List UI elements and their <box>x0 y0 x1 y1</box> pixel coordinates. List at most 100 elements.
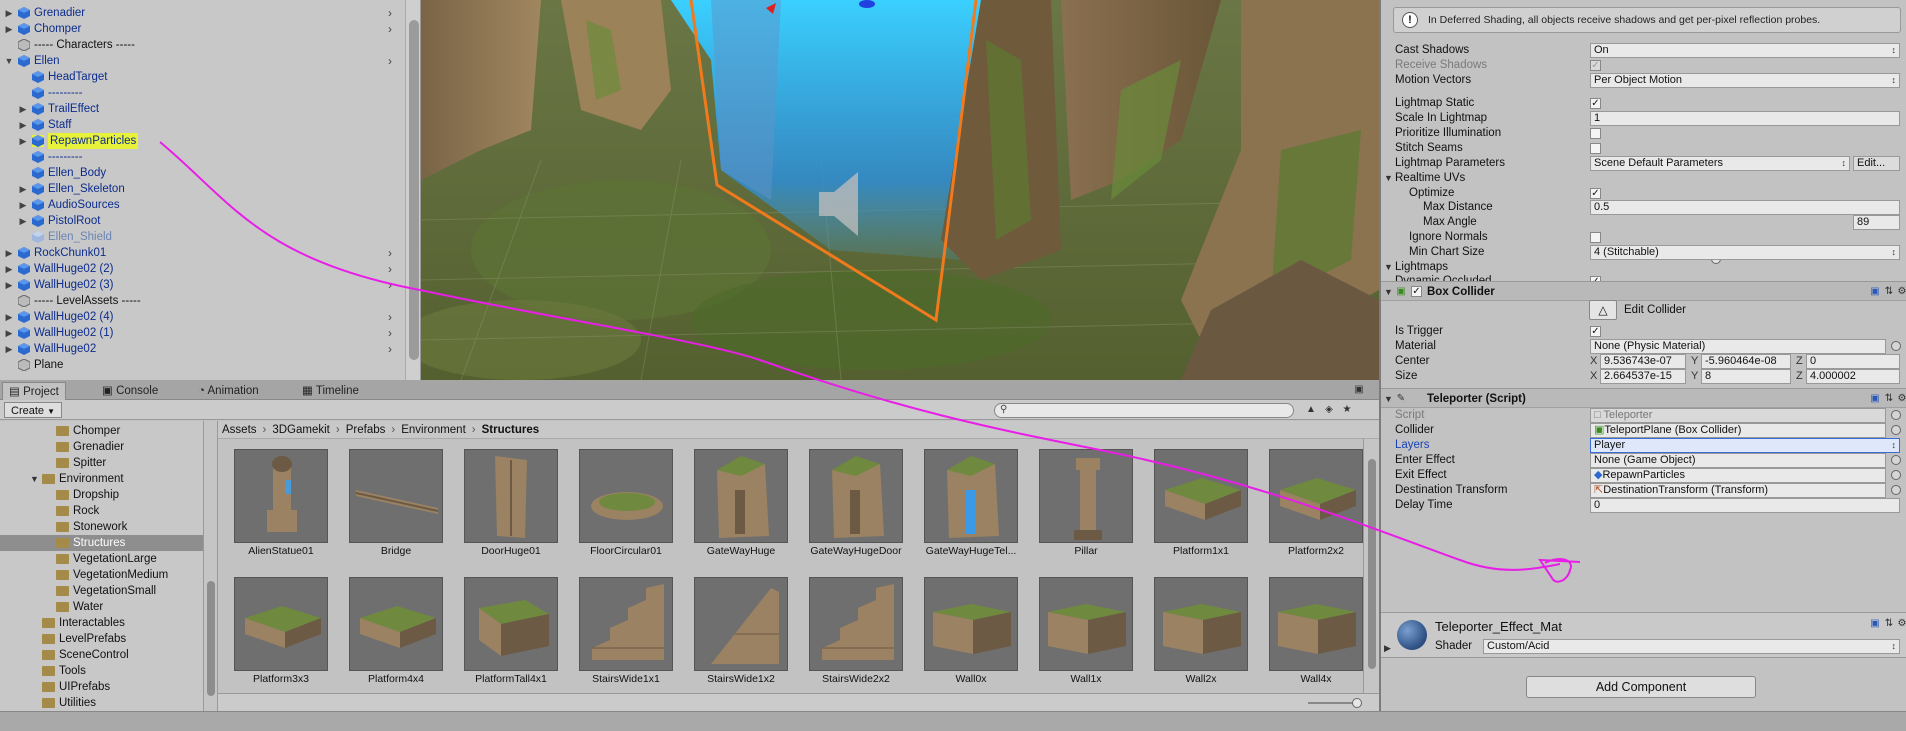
folder-item[interactable]: Spitter <box>0 455 203 471</box>
favorite-star-icon[interactable]: ★ <box>1340 403 1354 417</box>
object-picker-icon[interactable] <box>1891 485 1901 495</box>
fold-collapsed-icon[interactable]: ▶ <box>18 133 28 149</box>
hierarchy-item[interactable]: ▶ RepawnParticles <box>0 133 400 149</box>
fold-collapsed-icon[interactable]: ▶ <box>18 213 28 229</box>
hierarchy-item[interactable]: ▶ RockChunk01 › <box>0 245 400 261</box>
hierarchy-item[interactable]: ▼ Ellen › <box>0 53 400 69</box>
thumbnail-size-slider[interactable] <box>1308 698 1362 708</box>
chevron-right-icon[interactable]: › <box>388 5 392 21</box>
hierarchy-item[interactable]: ▶ WallHuge02 (1) › <box>0 325 400 341</box>
hierarchy-item[interactable]: --------- <box>0 85 400 101</box>
edit-collider-button[interactable]: △ <box>1589 300 1617 320</box>
tab-timeline[interactable]: ▦ Timeline <box>296 382 365 400</box>
hierarchy-item[interactable]: Ellen_Shield <box>0 229 400 245</box>
hierarchy-item[interactable]: ▶ Chomper › <box>0 21 400 37</box>
chevron-right-icon[interactable]: › <box>388 325 392 341</box>
folder-item[interactable]: Tools <box>0 663 203 679</box>
chevron-right-icon[interactable]: › <box>388 341 392 357</box>
box-collider-enabled-checkbox[interactable]: ✓ <box>1411 286 1422 297</box>
folder-item[interactable]: Stonework <box>0 519 203 535</box>
object-picker-icon[interactable] <box>1891 425 1901 435</box>
fold-collapsed-icon[interactable]: ▶ <box>18 101 28 117</box>
fold-collapsed-icon[interactable]: ▶ <box>4 21 14 37</box>
fold-expanded-icon[interactable]: ▼ <box>4 53 14 69</box>
hierarchy-item[interactable]: Ellen_Body <box>0 165 400 181</box>
breadcrumb-item[interactable]: Structures <box>482 424 540 436</box>
folder-item[interactable]: Water <box>0 599 203 615</box>
folder-item[interactable]: Grenadier <box>0 439 203 455</box>
asset-item[interactable]: PlatformTall4x1 <box>448 573 558 693</box>
folder-item[interactable]: Utilities <box>0 695 203 711</box>
fold-expanded-icon[interactable]: ▼ <box>1384 282 1393 302</box>
object-picker-icon[interactable] <box>1891 410 1901 420</box>
asset-item[interactable]: DoorHuge01 <box>448 445 558 565</box>
folder-item[interactable]: Structures <box>0 535 203 551</box>
asset-item[interactable]: StairsWide1x1 <box>563 573 673 693</box>
hierarchy-item[interactable]: ▶ WallHuge02 (4) › <box>0 309 400 325</box>
asset-item[interactable]: Platform4x4 <box>333 573 443 693</box>
presets-icon[interactable]: ⇅ <box>1883 393 1895 405</box>
is-trigger-checkbox[interactable]: ✓ <box>1590 326 1601 337</box>
asset-item[interactable]: Platform2x2 <box>1253 445 1363 565</box>
fold-collapsed-icon[interactable]: ▶ <box>4 341 14 357</box>
asset-item[interactable]: GateWayHugeTel... <box>908 445 1018 565</box>
receive-shadows-checkbox[interactable]: ✓ <box>1590 60 1601 71</box>
fold-collapsed-icon[interactable]: ▶ <box>4 5 14 21</box>
folder-item[interactable]: Dropship <box>0 487 203 503</box>
help-icon[interactable]: ▣ <box>1869 286 1881 298</box>
box-collider-header[interactable]: ▼ ▣ ✓ Box Collider ▣ ⇅ ⚙ <box>1381 281 1906 301</box>
add-component-button[interactable]: Add Component <box>1526 676 1756 698</box>
asset-item[interactable]: StairsWide2x2 <box>793 573 903 693</box>
tab-animation[interactable]: ◔ Animation <box>192 382 265 400</box>
object-picker-icon[interactable] <box>1891 470 1901 480</box>
asset-item[interactable]: FloorCircular01 <box>563 445 673 565</box>
fold-collapsed-icon[interactable]: ▶ <box>4 277 14 293</box>
breadcrumb-item[interactable]: Environment <box>401 424 466 436</box>
stitch-seams-checkbox[interactable] <box>1590 143 1601 154</box>
tab-console[interactable]: ▣ Console <box>96 382 164 400</box>
chevron-right-icon[interactable]: › <box>388 309 392 325</box>
fold-collapsed-icon[interactable]: ▶ <box>18 117 28 133</box>
folder-item[interactable]: ▼ Environment <box>0 471 203 487</box>
presets-icon[interactable]: ⇅ <box>1883 286 1895 298</box>
prioritize-illumination-checkbox[interactable] <box>1590 128 1601 139</box>
chevron-right-icon[interactable]: › <box>388 245 392 261</box>
ignore-normals-checkbox[interactable] <box>1590 232 1601 243</box>
gear-icon[interactable]: ⚙ <box>1896 618 1906 630</box>
presets-icon[interactable]: ⇅ <box>1883 618 1895 630</box>
folder-item[interactable]: SceneControl <box>0 647 203 663</box>
tab-project[interactable]: ▤ Project <box>2 382 66 400</box>
folder-item[interactable]: Interactables <box>0 615 203 631</box>
chevron-right-icon[interactable]: › <box>388 277 392 293</box>
breadcrumb-item[interactable]: Assets <box>222 424 257 436</box>
hierarchy-item[interactable]: ▶ AudioSources <box>0 197 400 213</box>
fold-collapsed-icon[interactable]: ▶ <box>4 245 14 261</box>
folder-item[interactable]: VegetationMedium <box>0 567 203 583</box>
folder-item[interactable]: UIPrefabs <box>0 679 203 695</box>
lightmap-static-checkbox[interactable]: ✓ <box>1590 98 1601 109</box>
asset-item[interactable]: GateWayHugeDoor <box>793 445 903 565</box>
hierarchy-item[interactable]: Plane <box>0 357 400 373</box>
chevron-right-icon[interactable]: › <box>388 21 392 37</box>
hierarchy-item[interactable]: ----- Characters ----- <box>0 37 400 53</box>
folder-item[interactable]: VegetationLarge <box>0 551 203 567</box>
scene-view[interactable] <box>421 0 1379 380</box>
teleporter-header[interactable]: ▼ ✎ Teleporter (Script) ▣ ⇅ ⚙ <box>1381 388 1906 408</box>
object-picker-icon[interactable] <box>1891 455 1901 465</box>
asset-item[interactable]: StairsWide1x2 <box>678 573 788 693</box>
size-z-field[interactable]: 4.000002 <box>1806 369 1900 384</box>
filter-by-label-icon[interactable]: ◈ <box>1322 403 1336 417</box>
hierarchy-scrollbar[interactable] <box>405 0 420 380</box>
fold-expanded-icon[interactable]: ▼ <box>30 471 39 487</box>
help-icon[interactable]: ▣ <box>1869 393 1881 405</box>
asset-item[interactable]: Platform3x3 <box>218 573 328 693</box>
hierarchy-item[interactable]: ▶ WallHuge02 (2) › <box>0 261 400 277</box>
asset-item[interactable]: Wall1x <box>1023 573 1133 693</box>
help-icon[interactable]: ▣ <box>1869 618 1881 630</box>
chevron-right-icon[interactable]: › <box>388 53 392 69</box>
fold-collapsed-icon[interactable]: ▶ <box>1384 643 1391 654</box>
hierarchy-item[interactable]: ▶ Grenadier › <box>0 5 400 21</box>
hierarchy-item[interactable]: ▶ Ellen_Skeleton <box>0 181 400 197</box>
hierarchy-item[interactable]: HeadTarget <box>0 69 400 85</box>
shader-dropdown[interactable]: Custom/Acid <box>1483 639 1900 654</box>
